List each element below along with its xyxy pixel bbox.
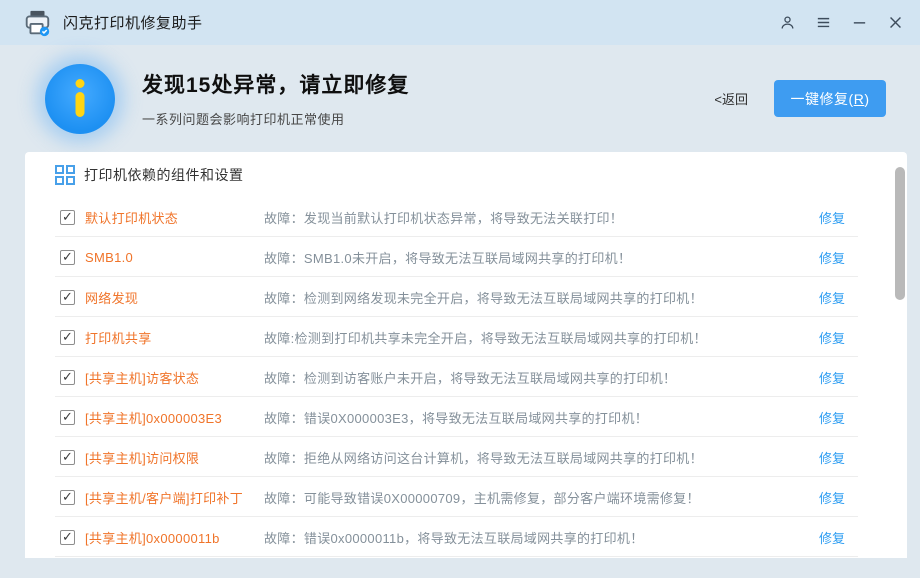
issue-name: 打印机共享 xyxy=(85,328,264,347)
issue-fault: 故障：可能导致错误0X00000709，主机需修复，部分客户端环境需修复！ xyxy=(264,488,811,507)
minimize-icon[interactable] xyxy=(850,14,868,32)
section-header: 打印机依赖的组件和设置 xyxy=(25,152,907,197)
fix-link[interactable]: 修复 xyxy=(819,528,845,547)
issue-fault: 故障：SMB1.0未开启，将导致无法互联局域网共享的打印机！ xyxy=(264,248,811,267)
titlebar-actions xyxy=(778,14,904,32)
scan-result-title: 发现15处异常，请立即修复 xyxy=(142,69,409,99)
fix-link[interactable]: 修复 xyxy=(819,488,845,507)
info-icon-bar xyxy=(76,92,85,117)
repair-button-label: 一键修复( xyxy=(791,91,854,107)
issue-checkbox[interactable] xyxy=(60,330,75,345)
fix-link[interactable]: 修复 xyxy=(819,408,845,427)
issue-checkbox[interactable] xyxy=(60,290,75,305)
repair-button-hotkey: R xyxy=(854,91,865,107)
back-link[interactable]: <返回 xyxy=(714,89,748,108)
issue-checkbox[interactable] xyxy=(60,370,75,385)
issue-name: [共享主机]访客状态 xyxy=(85,368,264,387)
issue-fault: 故障：发现当前默认打印机状态异常，将导致无法关联打印！ xyxy=(264,208,811,227)
issue-row: [共享主机]0x0000011b 故障：错误0x0000011b，将导致无法互联… xyxy=(25,517,907,557)
info-icon-dot xyxy=(76,79,85,88)
fix-link[interactable]: 修复 xyxy=(819,448,845,467)
components-grid-icon xyxy=(55,165,75,185)
fix-link[interactable]: 修复 xyxy=(819,288,845,307)
issue-checkbox[interactable] xyxy=(60,490,75,505)
section-title: 打印机依赖的组件和设置 xyxy=(84,165,244,185)
fix-link[interactable]: 修复 xyxy=(819,328,845,347)
issue-row: 网络发现 故障：检测到网络发现未完全开启，将导致无法互联局域网共享的打印机！ 修… xyxy=(25,277,907,317)
repair-button-label-suffix: ) xyxy=(864,91,869,107)
issue-name: [共享主机]访问权限 xyxy=(85,448,264,467)
printer-app-icon xyxy=(22,8,52,38)
issue-fault: 故障：拒绝从网络访问这台计算机，将导致无法互联局域网共享的打印机！ xyxy=(264,448,811,467)
issue-name: [共享主机]0x0000011b xyxy=(85,528,264,547)
header-text: 发现15处异常，请立即修复 一系列问题会影响打印机正常使用 xyxy=(142,69,409,128)
issue-name: [共享主机/客户端]打印补丁 xyxy=(85,488,264,507)
one-click-repair-button[interactable]: 一键修复(R) xyxy=(774,80,886,117)
close-icon[interactable] xyxy=(886,14,904,32)
issue-row: [共享主机]访客状态 故障：检测到访客账户未开启，将导致无法互联局域网共享的打印… xyxy=(25,357,907,397)
issue-name: SMB1.0 xyxy=(85,250,264,265)
issue-row: [共享主机]访问权限 故障：拒绝从网络访问这台计算机，将导致无法互联局域网共享的… xyxy=(25,437,907,477)
issue-row: [共享主机/客户端]打印补丁 故障：可能导致错误0X00000709，主机需修复… xyxy=(25,477,907,517)
app-title: 闪克打印机修复助手 xyxy=(63,12,203,33)
scrollbar-thumb[interactable] xyxy=(895,167,905,300)
issues-panel: 打印机依赖的组件和设置 默认打印机状态 故障：发现当前默认打印机状态异常，将导致… xyxy=(25,152,907,558)
menu-icon[interactable] xyxy=(814,14,832,32)
fix-link[interactable]: 修复 xyxy=(819,208,845,227)
issue-fault: 故障：检测到网络发现未完全开启，将导致无法互联局域网共享的打印机！ xyxy=(264,288,811,307)
issue-checkbox[interactable] xyxy=(60,250,75,265)
issue-checkbox[interactable] xyxy=(60,530,75,545)
info-icon xyxy=(45,64,115,134)
scan-result-header: 发现15处异常，请立即修复 一系列问题会影响打印机正常使用 <返回 一键修复(R… xyxy=(0,45,920,152)
issue-checkbox[interactable] xyxy=(60,210,75,225)
issue-fault: 故障：错误0X000003E3，将导致无法互联局域网共享的打印机！ xyxy=(264,408,811,427)
issue-row: 默认打印机状态 故障：发现当前默认打印机状态异常，将导致无法关联打印！ 修复 xyxy=(25,197,907,237)
issue-row: [共享主机]0x000003E3 故障：错误0X000003E3，将导致无法互联… xyxy=(25,397,907,437)
scrollbar-track[interactable] xyxy=(895,160,905,552)
issue-name: [共享主机]0x000003E3 xyxy=(85,408,264,427)
fix-link[interactable]: 修复 xyxy=(819,368,845,387)
issue-name: 网络发现 xyxy=(85,288,264,307)
issue-row: SMB1.0 故障：SMB1.0未开启，将导致无法互联局域网共享的打印机！ 修复 xyxy=(25,237,907,277)
issue-fault: 故障：错误0x0000011b，将导致无法互联局域网共享的打印机！ xyxy=(264,528,811,547)
issue-fault: 故障：检测到访客账户未开启，将导致无法互联局域网共享的打印机！ xyxy=(264,368,811,387)
issue-checkbox[interactable] xyxy=(60,450,75,465)
scan-result-subtitle: 一系列问题会影响打印机正常使用 xyxy=(142,109,409,128)
account-icon[interactable] xyxy=(778,14,796,32)
issue-checkbox[interactable] xyxy=(60,410,75,425)
issue-list: 默认打印机状态 故障：发现当前默认打印机状态异常，将导致无法关联打印！ 修复 S… xyxy=(25,197,907,557)
issue-name: 默认打印机状态 xyxy=(85,208,264,227)
fix-link[interactable]: 修复 xyxy=(819,248,845,267)
titlebar: 闪克打印机修复助手 xyxy=(0,0,920,45)
issue-row: 打印机共享 故障:检测到打印机共享未完全开启，将导致无法互联局域网共享的打印机！… xyxy=(25,317,907,357)
issue-fault: 故障:检测到打印机共享未完全开启，将导致无法互联局域网共享的打印机！ xyxy=(264,328,811,347)
